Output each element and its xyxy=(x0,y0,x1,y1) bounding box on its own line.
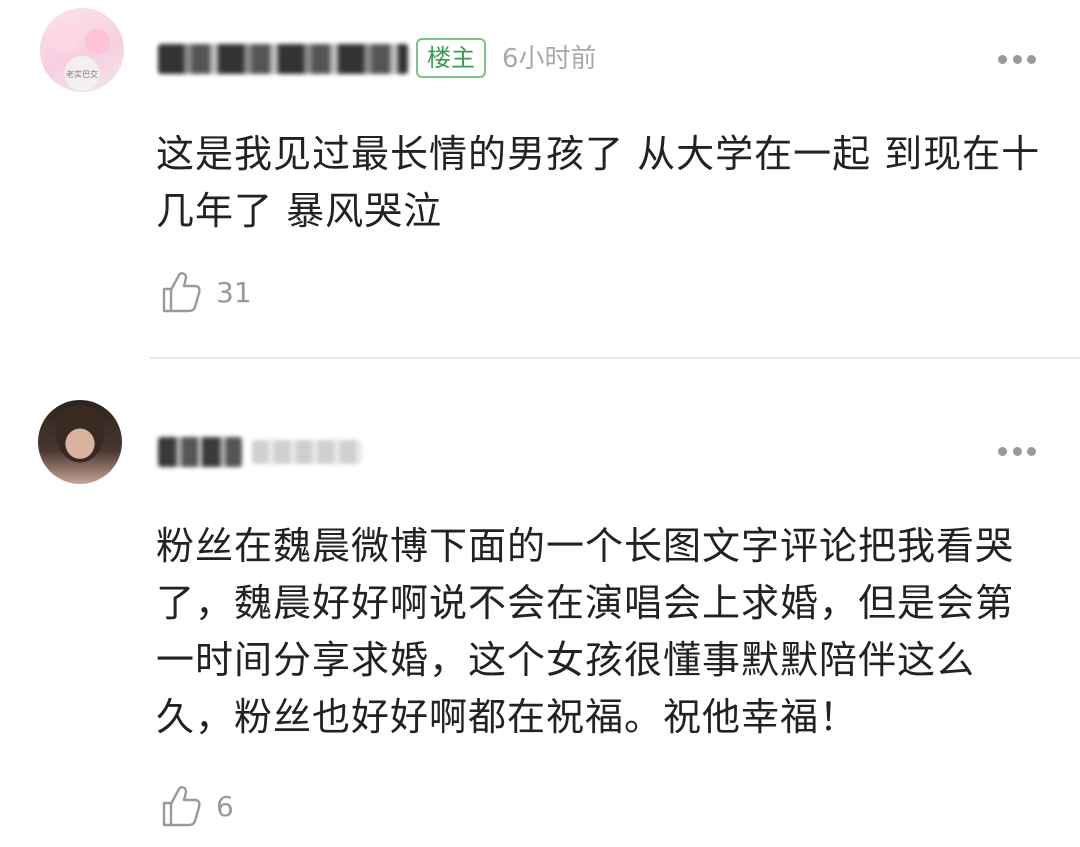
comment-item: 粉丝在魏晨微博下面的一个长图文字评论把我看哭了，魏晨好好啊说不会在演唱会上求婚，… xyxy=(0,360,1080,847)
comment-text: 这是我见过最长情的男孩了 从大学在一起 到现在十几年了 暴风哭泣 xyxy=(156,132,1041,233)
thumbs-up-icon xyxy=(162,786,201,827)
username-blurred[interactable] xyxy=(158,437,242,467)
comment-time-blurred xyxy=(252,440,362,464)
op-badge: 楼主 xyxy=(416,38,486,78)
like-count: 31 xyxy=(216,275,252,309)
like-button[interactable]: 6 xyxy=(160,784,234,828)
divider xyxy=(150,357,1080,359)
comment-text: 粉丝在魏晨微博下面的一个长图文字评论把我看哭了，魏晨好好啊说不会在演唱会上求婚，… xyxy=(156,524,1015,739)
username-blurred[interactable] xyxy=(158,44,408,74)
like-count: 6 xyxy=(216,789,234,823)
more-dots-icon[interactable] xyxy=(998,54,1036,64)
like-button[interactable]: 31 xyxy=(160,270,252,314)
comment-time: 6小时前 xyxy=(502,44,597,74)
avatar-caption: 老实巴交 xyxy=(66,70,98,79)
avatar[interactable]: 老实巴交 xyxy=(40,8,124,92)
comment-thread: 老实巴交 楼主 6小时前 这是我见过最长情的男孩了 从大学在一起 到现在十几年了… xyxy=(0,0,1080,847)
more-dots-icon[interactable] xyxy=(998,446,1036,456)
avatar[interactable] xyxy=(38,400,122,484)
thumbs-up-icon xyxy=(162,272,201,313)
comment-item: 老实巴交 楼主 6小时前 这是我见过最长情的男孩了 从大学在一起 到现在十几年了… xyxy=(0,0,1080,359)
